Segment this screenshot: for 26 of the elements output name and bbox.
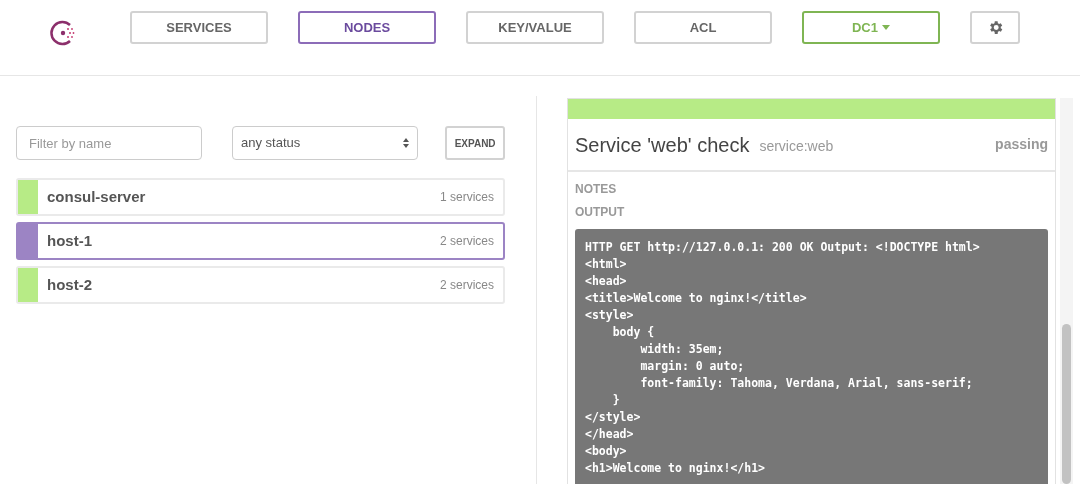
check-status: passing <box>995 135 1048 154</box>
nav-tab[interactable]: SERVICES <box>130 11 268 44</box>
filter-field[interactable]: Filter by name <box>16 126 202 160</box>
check-title: Service 'web' check <box>575 132 750 158</box>
nav-tab[interactable]: NODES <box>298 11 436 44</box>
service-id: service:web <box>759 136 834 156</box>
node-name: consul-server <box>47 186 146 207</box>
sort-arrows-icon <box>403 138 410 148</box>
node-name: host-2 <box>47 274 92 295</box>
node-item[interactable]: host-1 2 services <box>16 222 505 260</box>
nav-tab[interactable]: KEY/VALUE <box>466 11 604 44</box>
expand-button[interactable]: EXPAND <box>445 126 505 160</box>
service-count: 1 services <box>439 189 494 206</box>
service-count: 2 services <box>439 277 494 294</box>
service-count: 2 services <box>439 233 494 250</box>
settings-button[interactable] <box>970 11 1020 44</box>
scrollbar[interactable] <box>1060 98 1073 484</box>
output-code: HTTP GET http://127.0.0.1: 200 OK Output: <!DOCTYPE html> <html> <head> <title>Welcome to nginx!</title> <style> body { width: 35em; margin: 0 auto; font-family: Tahoma, Verdana, Arial, sans-serif; } </style> </head> <body> <h1>Welcome to nginx!</h1> <box>575 229 1048 484</box>
node-item[interactable]: consul-server 1 services <box>16 178 505 216</box>
node-item[interactable]: host-2 2 services <box>16 266 505 304</box>
nav-tab[interactable]: ACL <box>634 11 772 44</box>
node-name: host-1 <box>47 230 92 251</box>
notes-label: NOTES <box>575 181 618 198</box>
caret-icon <box>882 25 890 30</box>
status-select[interactable]: any status <box>232 126 419 160</box>
output-label: OUTPUT <box>575 204 626 221</box>
